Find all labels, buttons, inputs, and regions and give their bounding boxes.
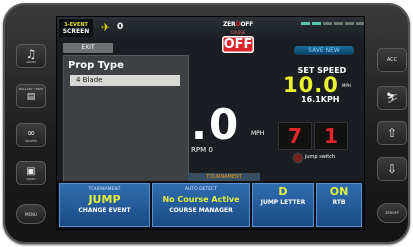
brand-left: ZER bbox=[222, 21, 236, 28]
rtb-label: RTB bbox=[332, 199, 346, 206]
signal-bar bbox=[345, 22, 354, 25]
set-speed-unit: MPH bbox=[342, 83, 351, 88]
save-new-button[interactable]: SAVE NEW bbox=[294, 46, 354, 55]
video-label: VIDEO bbox=[26, 177, 36, 181]
jump-digit-right: 1 bbox=[314, 122, 348, 150]
ballast-trim-button[interactable]: BALLAST / TRIM ▤ bbox=[16, 84, 46, 108]
zero-off-cruise-logo[interactable]: ZEROOFF CRUISE OFF bbox=[218, 21, 258, 55]
signal-bar bbox=[312, 22, 321, 25]
set-speed-value[interactable]: 10.0 bbox=[283, 73, 339, 97]
prop-type-option[interactable]: 4 Blade bbox=[70, 75, 180, 86]
arrow-down-icon: ⇩ bbox=[386, 161, 398, 176]
jump-letter-value: D bbox=[278, 185, 288, 198]
airplane-icon: ✈ bbox=[101, 21, 111, 34]
jump-letter-label: JUMP LETTER bbox=[260, 199, 306, 206]
cruise-label: CRUISE bbox=[230, 30, 246, 35]
rpm-readout: RPM 0 bbox=[191, 146, 213, 154]
skier-icon: ⛷ bbox=[385, 92, 399, 104]
audio-button[interactable]: ♫ AUDIO bbox=[16, 44, 46, 68]
exit-button[interactable]: EXIT bbox=[63, 43, 113, 53]
course-manager-value: No Course Active bbox=[162, 195, 240, 204]
zero-off-button[interactable]: ZEROFF bbox=[377, 203, 407, 223]
zero-off-button-label: ZEROFF bbox=[385, 211, 399, 215]
jump-switch-indicator bbox=[294, 154, 302, 162]
prop-type-panel: Prop Type 4 Blade bbox=[63, 55, 189, 193]
current-speed: .0 bbox=[191, 100, 241, 149]
set-speed-kph: 16.1KPH bbox=[301, 95, 340, 104]
signal-bar bbox=[323, 22, 332, 25]
audio-label: AUDIO bbox=[26, 60, 36, 64]
brand-right: OFF bbox=[240, 21, 254, 28]
event-screen-button[interactable]: 3-EVENT SCREEN bbox=[59, 19, 93, 37]
rtb-value: ON bbox=[329, 185, 349, 198]
menu-button[interactable]: MENU bbox=[16, 204, 46, 224]
plane-count: 0 bbox=[117, 22, 124, 32]
ballast-icon: ▤ bbox=[26, 92, 36, 102]
up-button[interactable]: ⇧ bbox=[377, 121, 407, 145]
display-screen: 3-EVENT SCREEN ✈ 0 ZEROOFF CRUISE OFF EX… bbox=[56, 16, 365, 230]
event-screen-line2: SCREEN bbox=[62, 27, 90, 35]
menu-label: MENU bbox=[25, 211, 37, 217]
signal-bar bbox=[334, 22, 343, 25]
shapes-label: SHAPES bbox=[25, 139, 37, 143]
jump-letter-button[interactable]: D JUMP LETTER bbox=[252, 183, 314, 227]
current-speed-unit: MPH bbox=[251, 130, 265, 137]
down-button[interactable]: ⇩ bbox=[377, 157, 407, 181]
skier-button[interactable]: ⛷ bbox=[377, 86, 407, 110]
change-event-value: JUMP bbox=[88, 193, 121, 206]
signal-bars bbox=[301, 22, 364, 25]
signal-bar bbox=[356, 22, 364, 25]
jump-digits: 7 1 bbox=[278, 122, 348, 150]
acc-label: ACC bbox=[386, 57, 398, 63]
bottom-bar: TOURNAMENT JUMP CHANGE EVENT AUTO DETECT… bbox=[57, 181, 364, 229]
shapes-button[interactable]: ∞ SHAPES bbox=[16, 123, 46, 147]
top-bar: 3-EVENT SCREEN ✈ 0 bbox=[57, 17, 364, 39]
jump-digit-left: 7 bbox=[278, 122, 312, 150]
course-manager-button[interactable]: AUTO DETECT No Course Active COURSE MANA… bbox=[152, 183, 250, 227]
change-event-label: CHANGE EVENT bbox=[78, 207, 131, 214]
tournament-tab[interactable]: TOURNAMENT bbox=[188, 173, 260, 181]
signal-bar bbox=[301, 22, 310, 25]
prop-type-title: Prop Type bbox=[68, 60, 124, 71]
acc-button[interactable]: ACC bbox=[377, 48, 407, 72]
change-event-button[interactable]: TOURNAMENT JUMP CHANGE EVENT bbox=[59, 183, 150, 227]
course-manager-top: AUTO DETECT bbox=[185, 187, 217, 192]
rtb-button[interactable]: ON RTB bbox=[316, 183, 362, 227]
jump-switch-label: jump switch bbox=[305, 154, 336, 160]
arrow-up-icon: ⇧ bbox=[386, 125, 398, 140]
course-manager-label: COURSE MANAGER bbox=[169, 207, 233, 214]
zero-off-brand: ZEROOFF bbox=[218, 21, 258, 28]
cruise-off-sign: OFF bbox=[222, 36, 254, 53]
video-button[interactable]: ▣ VIDEO bbox=[16, 161, 46, 185]
